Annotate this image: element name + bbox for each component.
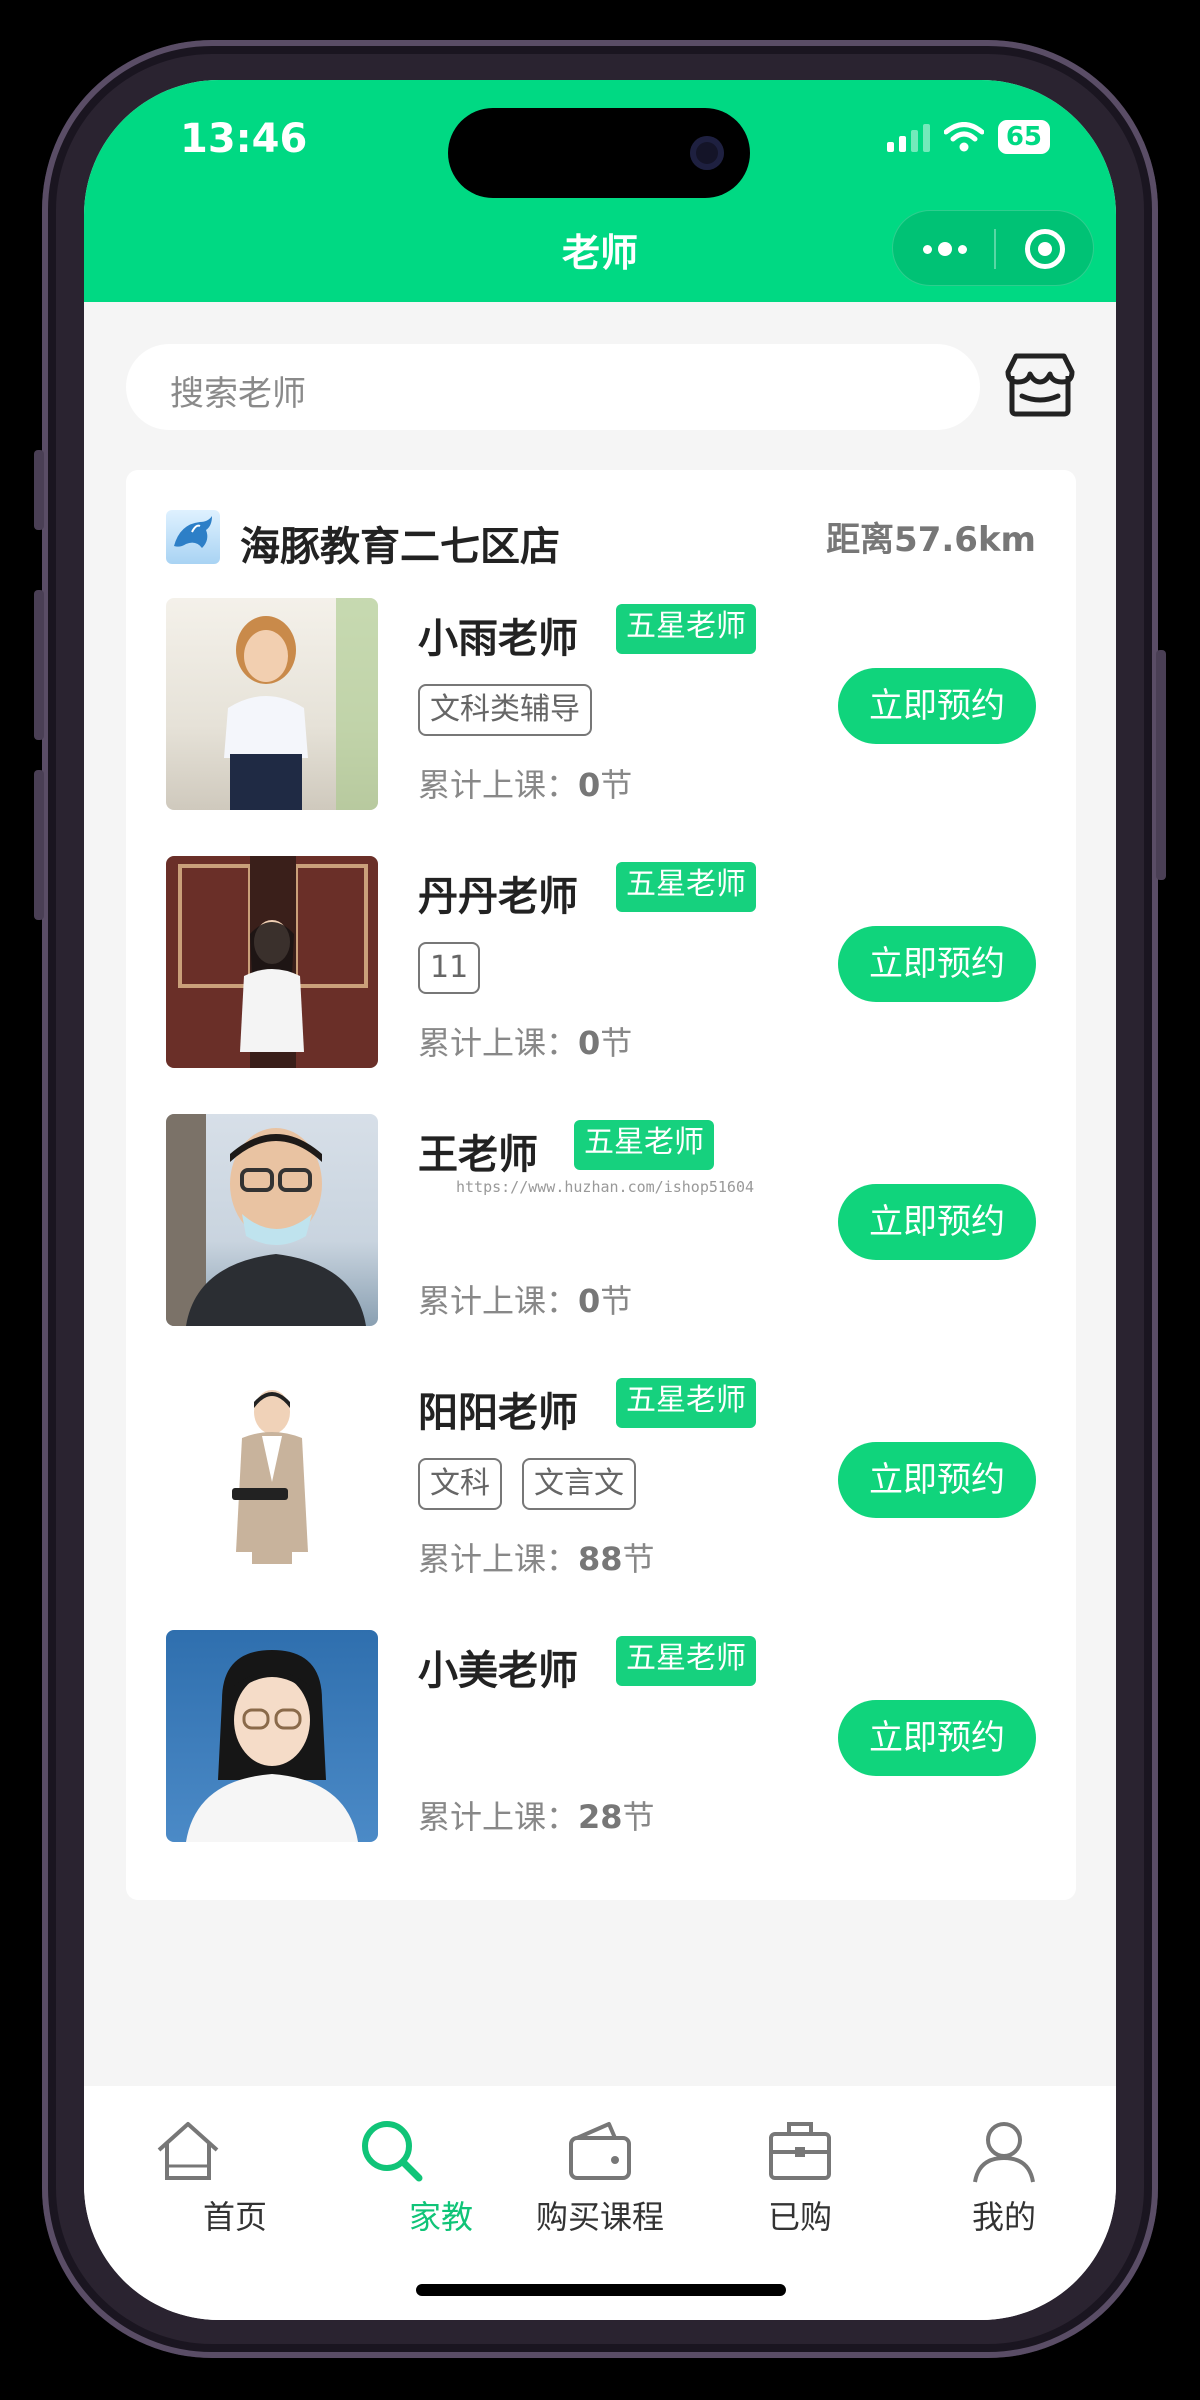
capsule-divider xyxy=(994,229,996,269)
search-placeholder: 搜索老师 xyxy=(170,374,306,414)
rating-badge: 五星老师 xyxy=(616,1636,756,1686)
rating-badge: 五星老师 xyxy=(616,1378,756,1428)
shop-card: 海豚教育二七区店 距离57.6km 小雨老师 五星老师 文科类辅导 累计上课：0… xyxy=(126,470,1076,1900)
teacher-item[interactable]: 小雨老师 五星老师 文科类辅导 累计上课：0节 立即预约 xyxy=(166,598,1036,810)
book-now-button[interactable]: 立即预约 xyxy=(838,1184,1036,1260)
lessons-count: 累计上课：28节 xyxy=(418,1798,655,1836)
screen: 13:46 65 老师 搜索老师 海豚教育二七区店 距离57.6km 小雨老师 … xyxy=(84,80,1116,2320)
cellular-signal-icon xyxy=(886,122,930,152)
header-bar: 13:46 65 老师 xyxy=(84,80,1116,302)
teacher-item[interactable]: 丹丹老师 五星老师 11 累计上课：0节 立即预约 xyxy=(166,856,1036,1068)
wifi-icon xyxy=(943,122,984,152)
tab-buy-course[interactable]: 购买课程 xyxy=(500,2192,700,2238)
rating-badge: 五星老师 xyxy=(616,604,756,654)
book-now-button[interactable]: 立即预约 xyxy=(838,1700,1036,1776)
subject-tag: 文言文 xyxy=(522,1458,636,1510)
mute-switch xyxy=(34,450,44,530)
book-now-button[interactable]: 立即预约 xyxy=(838,926,1036,1002)
more-icon[interactable] xyxy=(917,231,973,267)
store-icon[interactable] xyxy=(1004,352,1076,418)
user-icon[interactable] xyxy=(969,2116,1039,2186)
rating-badge: 五星老师 xyxy=(616,862,756,912)
search-icon[interactable] xyxy=(357,2116,427,2186)
teacher-item[interactable]: 王老师 五星老师 https://www.huzhan.com/ishop516… xyxy=(166,1114,1036,1326)
teacher-name: 阳阳老师 xyxy=(418,1390,578,1436)
home-icon[interactable] xyxy=(153,2116,223,2186)
teacher-item[interactable]: 小美老师 五星老师 累计上课：28节 立即预约 xyxy=(166,1630,1036,1842)
status-time: 13:46 xyxy=(180,116,308,162)
teacher-name: 王老师 xyxy=(418,1132,538,1178)
lessons-count: 累计上课：0节 xyxy=(418,766,633,804)
subject-tags: 文科 文言文 xyxy=(418,1458,636,1510)
tab-home[interactable]: 首页 xyxy=(135,2192,335,2238)
shop-distance: 距离57.6km xyxy=(826,520,1036,560)
camera-icon xyxy=(690,136,724,170)
teacher-name: 小美老师 xyxy=(418,1648,578,1694)
miniprogram-capsule xyxy=(892,210,1094,286)
teacher-avatar xyxy=(166,598,378,810)
subject-tag: 11 xyxy=(418,942,481,994)
teacher-name: 丹丹老师 xyxy=(418,874,578,920)
status-indicators: 65 xyxy=(886,120,1050,154)
tab-mine[interactable]: 我的 xyxy=(969,2192,1039,2238)
watermark-url: https://www.huzhan.com/ishop51604 xyxy=(456,1178,755,1196)
subject-tags: 11 xyxy=(418,942,481,994)
subject-tag: 文科类辅导 xyxy=(418,684,592,736)
dolphin-logo-icon xyxy=(166,510,220,564)
teacher-avatar xyxy=(166,1630,378,1842)
battery-icon: 65 xyxy=(997,120,1050,154)
close-miniprogram-icon[interactable] xyxy=(1025,229,1065,269)
teacher-name: 小雨老师 xyxy=(418,616,578,662)
volume-up-button xyxy=(34,590,44,740)
teacher-avatar xyxy=(166,856,378,1068)
search-input[interactable]: 搜索老师 xyxy=(126,344,980,430)
volume-down-button xyxy=(34,770,44,920)
lessons-count: 累计上课：88节 xyxy=(418,1540,655,1578)
lessons-count: 累计上课：0节 xyxy=(418,1282,633,1320)
teacher-item[interactable]: 阳阳老师 五星老师 文科 文言文 累计上课：88节 立即预约 xyxy=(166,1372,1036,1584)
briefcase-icon[interactable] xyxy=(765,2116,835,2186)
wallet-icon[interactable] xyxy=(565,2116,635,2186)
subject-tags: 文科类辅导 xyxy=(418,684,592,736)
teacher-avatar xyxy=(166,1372,378,1584)
teacher-avatar xyxy=(166,1114,378,1326)
shop-name: 海豚教育二七区店 xyxy=(240,524,560,570)
rating-badge: 五星老师 xyxy=(574,1120,714,1170)
book-now-button[interactable]: 立即预约 xyxy=(838,668,1036,744)
home-indicator xyxy=(416,2284,786,2296)
subject-tag: 文科 xyxy=(418,1458,502,1510)
power-button xyxy=(1156,650,1166,880)
book-now-button[interactable]: 立即预约 xyxy=(838,1442,1036,1518)
lessons-count: 累计上课：0节 xyxy=(418,1024,633,1062)
tab-purchased[interactable]: 已购 xyxy=(765,2192,835,2238)
